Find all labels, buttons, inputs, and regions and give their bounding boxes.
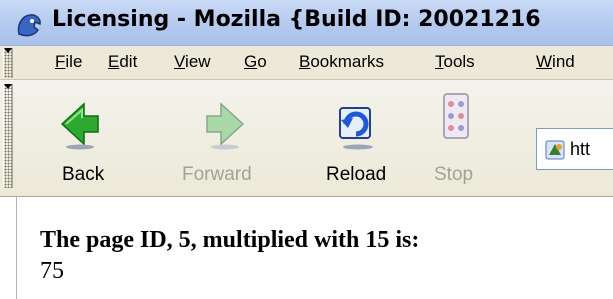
page-heading: The page ID, 5, multiplied with 15 is: — [40, 227, 420, 253]
url-input[interactable]: htt — [536, 128, 613, 170]
back-label: Back — [62, 164, 105, 185]
menu-edit[interactable]: Edit — [108, 52, 137, 72]
menu-bar: File Edit View Go Bookmarks Tools Wind — [0, 46, 613, 80]
navigation-toolbar: Back Forward Reload Stop — [0, 80, 613, 237]
menu-window[interactable]: Wind — [536, 52, 575, 72]
page-content: The page ID, 5, multiplied with 15 is: 7… — [0, 197, 613, 299]
menu-go[interactable]: Go — [244, 52, 267, 72]
mozilla-icon — [17, 14, 41, 37]
calculation-result: 75 — [40, 258, 64, 284]
site-icon — [545, 140, 565, 160]
browser-window: Licensing - Mozilla {Build ID: 20021216 … — [0, 0, 613, 299]
back-arrow-icon — [60, 102, 99, 150]
content-border — [16, 197, 17, 299]
toolbar-grip[interactable] — [3, 84, 13, 188]
forward-button[interactable]: Forward — [177, 80, 277, 188]
url-text: htt — [570, 139, 591, 159]
back-button[interactable]: Back — [40, 80, 126, 188]
menubar-grip[interactable] — [3, 48, 13, 78]
reload-label: Reload — [326, 164, 387, 185]
stop-button[interactable]: Stop — [418, 80, 496, 188]
menu-file[interactable]: File — [55, 52, 82, 72]
stop-icon — [443, 93, 469, 139]
menu-bookmarks[interactable]: Bookmarks — [299, 52, 384, 72]
menu-view[interactable]: View — [174, 52, 211, 72]
forward-label: Forward — [182, 164, 252, 185]
reload-icon — [339, 107, 373, 150]
forward-arrow-icon — [206, 102, 245, 150]
window-title: Licensing - Mozilla {Build ID: 20021216 — [52, 7, 541, 32]
title-bar: Licensing - Mozilla {Build ID: 20021216 — [0, 0, 613, 46]
menu-tools[interactable]: Tools — [435, 52, 475, 72]
reload-button[interactable]: Reload — [316, 80, 406, 188]
stop-label: Stop — [434, 164, 474, 185]
